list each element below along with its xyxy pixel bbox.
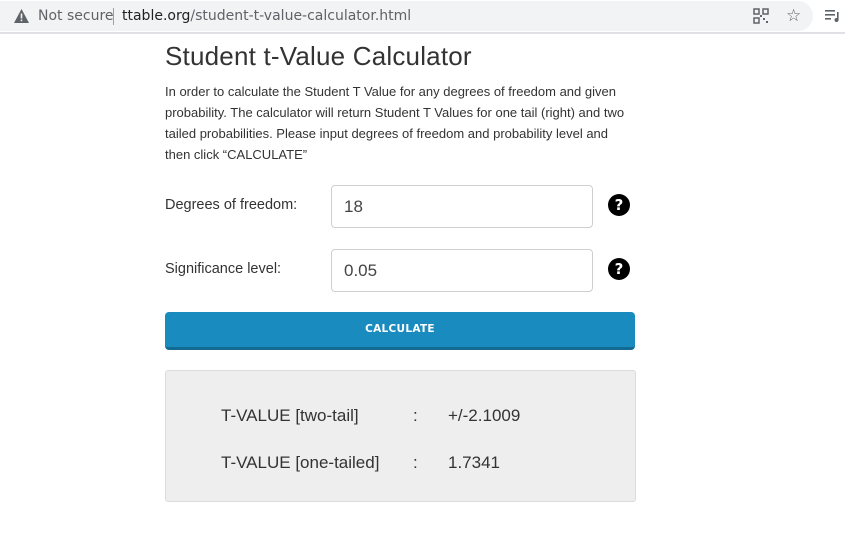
two-tail-separator: :	[413, 406, 418, 425]
significance-input[interactable]	[331, 249, 593, 292]
one-tail-value: 1.7341	[448, 453, 500, 472]
intro-text: In order to calculate the Student T Valu…	[165, 84, 625, 162]
qr-code-icon[interactable]	[753, 8, 769, 24]
page-title: Student t-Value Calculator	[165, 41, 472, 71]
dof-help-icon[interactable]: ?	[608, 194, 630, 216]
url-text[interactable]: ttable.org/student-t-value-calculator.ht…	[122, 8, 411, 24]
browser-toolbar: Not secure ttable.org/student-t-value-ca…	[0, 0, 845, 34]
significance-help-icon[interactable]: ?	[608, 258, 630, 280]
toolbar-divider	[0, 32, 845, 34]
address-bar[interactable]: Not secure ttable.org/student-t-value-ca…	[0, 1, 813, 31]
reading-list-icon[interactable]	[824, 7, 841, 23]
two-tail-value: +/-2.1009	[448, 406, 521, 425]
one-tail-separator: :	[413, 453, 418, 472]
address-divider	[113, 8, 114, 25]
two-tail-label: T-VALUE [two-tail]	[221, 406, 359, 425]
star-icon[interactable]: ☆	[786, 6, 801, 26]
url-path: /student-t-value-calculator.html	[190, 8, 412, 24]
calculate-button[interactable]: CALCULATE	[165, 312, 635, 350]
significance-label: Significance level:	[165, 261, 282, 277]
dof-input[interactable]	[331, 185, 593, 228]
warning-icon[interactable]	[13, 8, 30, 24]
dof-label: Degrees of freedom:	[165, 197, 298, 213]
url-domain: ttable.org	[122, 8, 191, 24]
result-panel: T-VALUE [two-tail] : +/-2.1009 T-VALUE […	[165, 370, 636, 502]
security-status[interactable]: Not secure	[38, 8, 114, 24]
one-tail-label: T-VALUE [one-tailed]	[221, 453, 380, 472]
